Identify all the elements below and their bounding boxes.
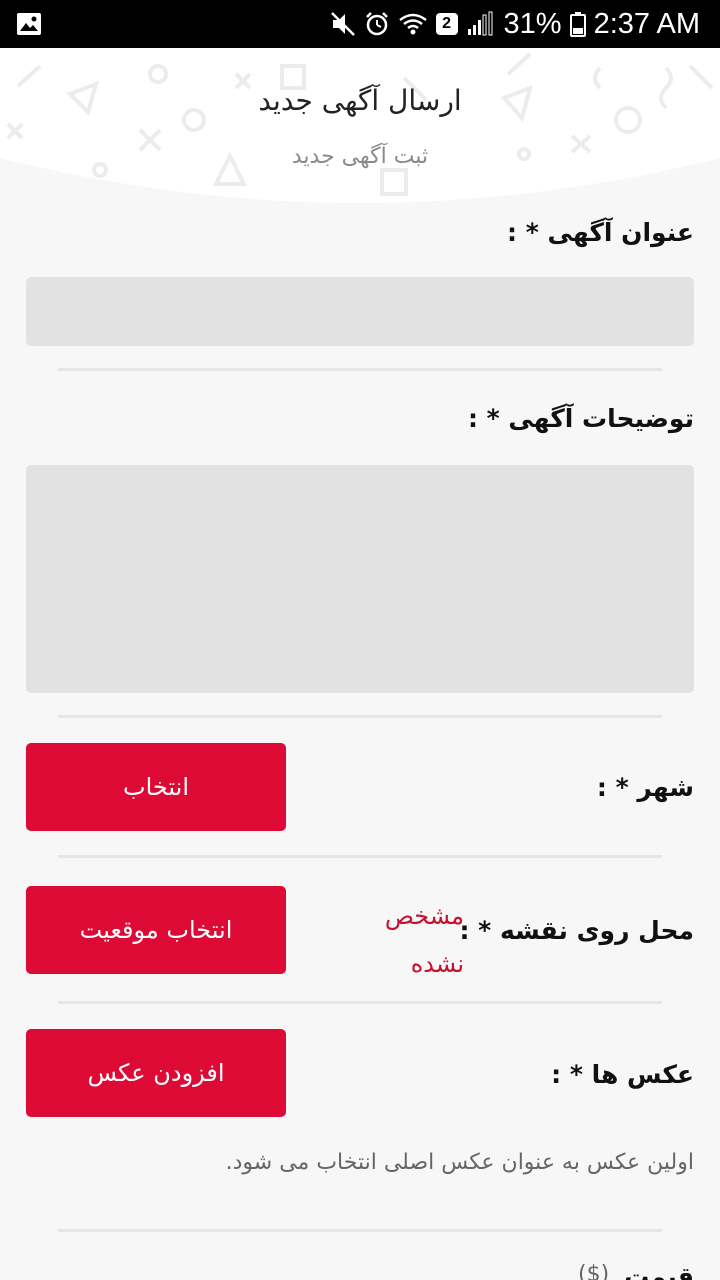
header-background <box>0 48 720 208</box>
sim-badge: 2 <box>435 13 458 35</box>
ad-description-label: توضیحات آگهی * : <box>467 404 694 433</box>
photos-hint: اولین عکس به عنوان عکس اصلی انتخاب می شو… <box>225 1150 694 1175</box>
gallery-notification-icon <box>16 12 42 40</box>
divider <box>58 1229 662 1232</box>
divider <box>58 368 662 371</box>
map-location-label: محل روی نقشه * : <box>459 916 694 945</box>
wifi-icon <box>398 12 428 36</box>
status-bar: 2 31% 2:37 AM <box>0 0 720 48</box>
price-label: قیمت <box>624 1262 694 1280</box>
map-location-status: مشخص نشده <box>384 902 464 978</box>
city-label: شهر * : <box>596 773 694 802</box>
select-city-button[interactable]: انتخاب <box>26 743 286 831</box>
select-location-button[interactable]: انتخاب موقعیت <box>26 886 286 974</box>
price-unit: ($) <box>578 1262 610 1280</box>
ad-title-input[interactable] <box>26 277 694 346</box>
alarm-icon <box>364 11 390 37</box>
divider <box>58 1001 662 1004</box>
photos-label: عکس ها * : <box>551 1060 694 1089</box>
battery-percent: 31% <box>503 7 562 40</box>
ad-title-label: عنوان آگهی * : <box>507 218 694 247</box>
divider <box>58 855 662 858</box>
ad-description-input[interactable] <box>26 465 694 693</box>
page-subtitle: ثبت آگهی جدید <box>291 144 429 169</box>
mute-icon <box>330 11 356 37</box>
divider <box>58 715 662 718</box>
signal-icon <box>466 11 496 37</box>
page-title: ارسال آگهی جدید <box>258 84 462 117</box>
battery-icon <box>569 11 586 37</box>
clock: 2:37 AM <box>593 7 700 40</box>
add-photo-button[interactable]: افزودن عکس <box>26 1029 286 1117</box>
page-header: ارسال آگهی جدید ثبت آگهی جدید <box>0 48 720 208</box>
